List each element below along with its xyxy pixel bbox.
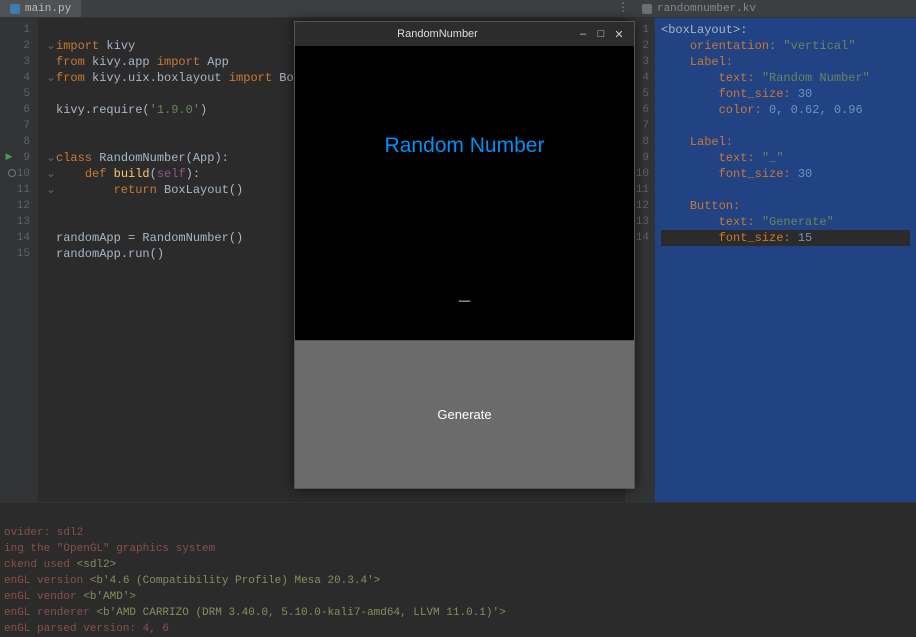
- terminal-line: ckend used <sdl2>: [4, 559, 116, 571]
- terminal-line: enGL renderer <b'AMD CARRIZO (DRM 3.40.0…: [4, 607, 506, 619]
- app-body: Random Number _ Generate: [295, 46, 634, 488]
- python-file-icon: [10, 4, 20, 14]
- terminal-line: ing the "OpenGL" graphics system: [4, 543, 215, 555]
- gutter: 1 2 3 4 5 6 7 8 9 10 11 12 13 14 15: [0, 18, 38, 502]
- kebab-icon[interactable]: ⋮: [614, 0, 632, 17]
- editor-randomnumber-kv[interactable]: 1 2 3 4 5 6 7 8 9 10 11 12 13 14 <boxLay…: [625, 18, 916, 502]
- kv-file-icon: [642, 4, 652, 14]
- tab-label: randomnumber.kv: [657, 3, 756, 15]
- tab-label: main.py: [25, 3, 71, 15]
- override-gutter-icon[interactable]: [3, 166, 21, 180]
- terminal-line: ovider: sdl2: [4, 527, 83, 539]
- titlebar[interactable]: RandomNumber – □ ✕: [295, 22, 634, 46]
- tab-bar: main.py ⋮ randomnumber.kv: [0, 0, 916, 18]
- title-label: Random Number: [295, 46, 634, 246]
- terminal-line: enGL vendor <b'AMD'>: [4, 591, 136, 603]
- run-gutter-icon[interactable]: ▶: [0, 150, 18, 164]
- value-label: _: [295, 246, 634, 340]
- maximize-icon[interactable]: □: [592, 25, 610, 43]
- terminal-panel[interactable]: ovider: sdl2 ing the "OpenGL" graphics s…: [0, 502, 916, 617]
- tab-main-py[interactable]: main.py: [0, 0, 81, 17]
- minimize-icon[interactable]: –: [574, 25, 592, 43]
- tab-randomnumber-kv[interactable]: randomnumber.kv: [632, 0, 766, 17]
- terminal-line: enGL parsed version: 4, 6: [4, 623, 169, 635]
- terminal-line: enGL version <b'4.6 (Compatibility Profi…: [4, 575, 380, 587]
- close-icon[interactable]: ✕: [610, 25, 628, 43]
- window-title: RandomNumber: [301, 28, 574, 40]
- tab-spacer: [81, 0, 614, 17]
- code-area[interactable]: <boxLayout>: orientation: "vertical" Lab…: [655, 18, 916, 502]
- kivy-app-window[interactable]: RandomNumber – □ ✕ Random Number _ Gener…: [294, 21, 635, 489]
- generate-button[interactable]: Generate: [295, 340, 634, 488]
